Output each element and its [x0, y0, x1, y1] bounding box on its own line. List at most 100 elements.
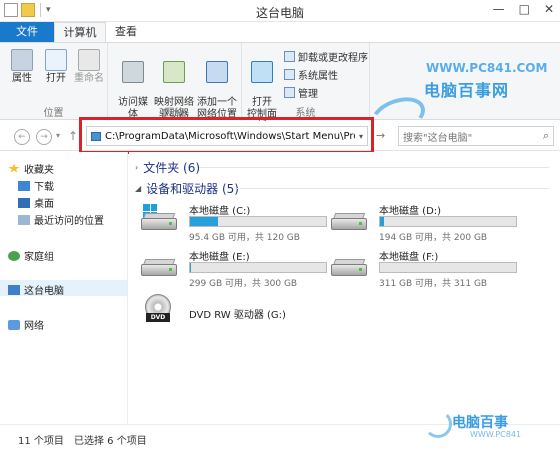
hard-drive-icon: [331, 256, 367, 278]
properties-button[interactable]: 属性: [8, 49, 36, 85]
search-box[interactable]: 搜索"这台电脑" ⌕: [398, 126, 554, 146]
search-icon[interactable]: ⌕: [543, 129, 549, 143]
dvd-badge: DVD: [146, 313, 170, 322]
dvd-drive-icon: DVD: [141, 294, 177, 324]
hard-drive-icon: [141, 204, 177, 232]
hard-drive-icon: [141, 256, 177, 278]
network-icon: [8, 319, 20, 330]
downloads-icon: [18, 180, 30, 191]
nav-item-network[interactable]: 网络: [8, 317, 44, 332]
nav-item-this-pc[interactable]: 这台电脑: [8, 282, 64, 297]
drive-space-info: 95.4 GB 可用，共 120 GB: [189, 233, 300, 243]
drive-name: DVD RW 驱动器 (G:): [189, 310, 286, 321]
manage-label: 管理: [298, 89, 318, 100]
devices-section-label: 设备和驱动器 (5): [146, 182, 239, 196]
star-icon: [8, 163, 20, 173]
drive-name: 本地磁盘 (C:): [189, 206, 251, 217]
watermark-name: 电脑百事网: [424, 81, 510, 100]
rename-label: 重命名: [74, 73, 104, 84]
nav-label-downloads: 下载: [34, 182, 54, 193]
back-button[interactable]: ←: [14, 129, 30, 145]
nav-label-this-pc: 这台电脑: [24, 286, 64, 297]
system-group: 打开 控制面板 卸载或更改程序 系统属性 管理 系统: [242, 43, 370, 132]
maximize-button[interactable]: □: [519, 2, 530, 16]
folders-section-label: 文件夹 (6): [143, 161, 201, 175]
drive-name: 本地磁盘 (E:): [189, 252, 250, 263]
collapse-arrow-icon: ◢: [135, 184, 142, 193]
tab-computer[interactable]: 计算机: [54, 22, 106, 43]
drive-name: 本地磁盘 (D:): [379, 206, 442, 217]
open-button[interactable]: 打开: [42, 49, 70, 85]
content-pane: › 文件夹 (6) ◢ 设备和驱动器 (5) 本地磁盘 (C:) 95.4 GB…: [129, 152, 560, 424]
system-properties-button[interactable]: 系统属性: [284, 67, 338, 82]
close-button[interactable]: ✕: [544, 2, 554, 16]
uninstall-program-button[interactable]: 卸载或更改程序: [284, 49, 368, 64]
media-icon: [122, 61, 144, 83]
drive-usage-bar: [379, 262, 517, 273]
uninstall-program-label: 卸载或更改程序: [298, 53, 368, 64]
this-pc-icon: [8, 284, 20, 295]
control-panel-icon: [251, 61, 273, 83]
nav-label-desktop: 桌面: [34, 199, 54, 210]
window-title: 这台电脑: [255, 6, 304, 20]
selected-count: 已选择 6 个项目: [74, 436, 147, 447]
desktop-icon: [18, 197, 30, 208]
system-properties-label: 系统属性: [298, 71, 338, 82]
folders-section-header[interactable]: › 文件夹 (6): [135, 159, 200, 176]
properties-icon: [11, 49, 33, 71]
network-group: 访问媒体 ▾ 映射网络 驱动器 添加一个 网络位置 网络: [108, 43, 242, 131]
section-divider: [199, 167, 549, 168]
uninstall-icon: [284, 51, 295, 62]
item-count: 11 个项目: [18, 436, 64, 447]
nav-item-downloads[interactable]: 下载: [18, 178, 54, 193]
nav-label-network: 网络: [24, 321, 44, 332]
watermark-url: WWW.PC841.COM: [426, 61, 548, 75]
nav-item-favorites[interactable]: 收藏夹: [8, 161, 54, 176]
drive-name: 本地磁盘 (F:): [379, 252, 439, 263]
drive-g-dvd[interactable]: DVD DVD RW 驱动器 (G:): [141, 294, 327, 334]
drive-d[interactable]: 本地磁盘 (D:) 194 GB 可用，共 200 GB: [331, 202, 517, 243]
properties-label: 属性: [12, 73, 32, 84]
tab-view[interactable]: 查看: [106, 22, 146, 43]
nav-item-homegroup[interactable]: 家庭组: [8, 248, 54, 263]
expand-arrow-icon: ›: [135, 163, 139, 172]
rename-icon: [78, 49, 100, 71]
recent-locations-icon[interactable]: ▾: [56, 131, 60, 140]
search-input[interactable]: 搜索"这台电脑": [403, 129, 472, 144]
drive-e[interactable]: 本地磁盘 (E:) 299 GB 可用，共 300 GB: [141, 248, 327, 289]
window-controls: — □ ✕: [493, 2, 554, 16]
nav-item-recent-places[interactable]: 最近访问的位置: [18, 212, 104, 227]
forward-button[interactable]: →: [36, 129, 52, 145]
drive-usage-fill: [190, 217, 218, 226]
drive-usage-bar: [189, 262, 327, 273]
drive-usage-bar: [379, 216, 517, 227]
nav-item-desktop[interactable]: 桌面: [18, 195, 54, 210]
nav-label-recent-places: 最近访问的位置: [34, 216, 104, 227]
nav-label-favorites: 收藏夹: [24, 165, 54, 176]
section-divider: [237, 188, 549, 189]
network-drive-icon: [163, 61, 185, 83]
drive-usage-fill: [380, 217, 385, 226]
minimize-button[interactable]: —: [493, 2, 505, 16]
devices-section-header[interactable]: ◢ 设备和驱动器 (5): [135, 180, 239, 197]
go-button[interactable]: →: [376, 129, 385, 142]
manage-button[interactable]: 管理: [284, 85, 318, 100]
open-icon: [45, 49, 67, 71]
drive-usage-bar: [189, 216, 327, 227]
ribbon-tabs: 文件 计算机 查看: [0, 22, 560, 43]
nav-label-homegroup: 家庭组: [24, 252, 54, 263]
drive-space-info: 194 GB 可用，共 200 GB: [379, 233, 488, 243]
footer-watermark-url: WWW.PC841: [470, 430, 522, 439]
rename-button[interactable]: 重命名: [74, 49, 104, 85]
title-bar: ▾ 这台电脑 — □ ✕: [0, 0, 560, 22]
footer-watermark-name: 电脑百事: [452, 415, 508, 431]
drive-f[interactable]: 本地磁盘 (F:) 311 GB 可用，共 311 GB: [331, 248, 517, 289]
drive-c[interactable]: 本地磁盘 (C:) 95.4 GB 可用，共 120 GB: [141, 202, 327, 243]
drive-space-info: 299 GB 可用，共 300 GB: [189, 279, 298, 289]
ribbon: 属性 打开 重命名 位置 访问媒体 ▾ 映射网络 驱动器 添加一个 网络位置 网…: [0, 42, 560, 142]
up-button[interactable]: ↑: [68, 129, 78, 143]
add-network-location-icon: [206, 61, 228, 83]
tab-file[interactable]: 文件: [0, 22, 54, 43]
drive-space-info: 311 GB 可用，共 311 GB: [379, 279, 488, 289]
open-label: 打开: [46, 73, 66, 84]
